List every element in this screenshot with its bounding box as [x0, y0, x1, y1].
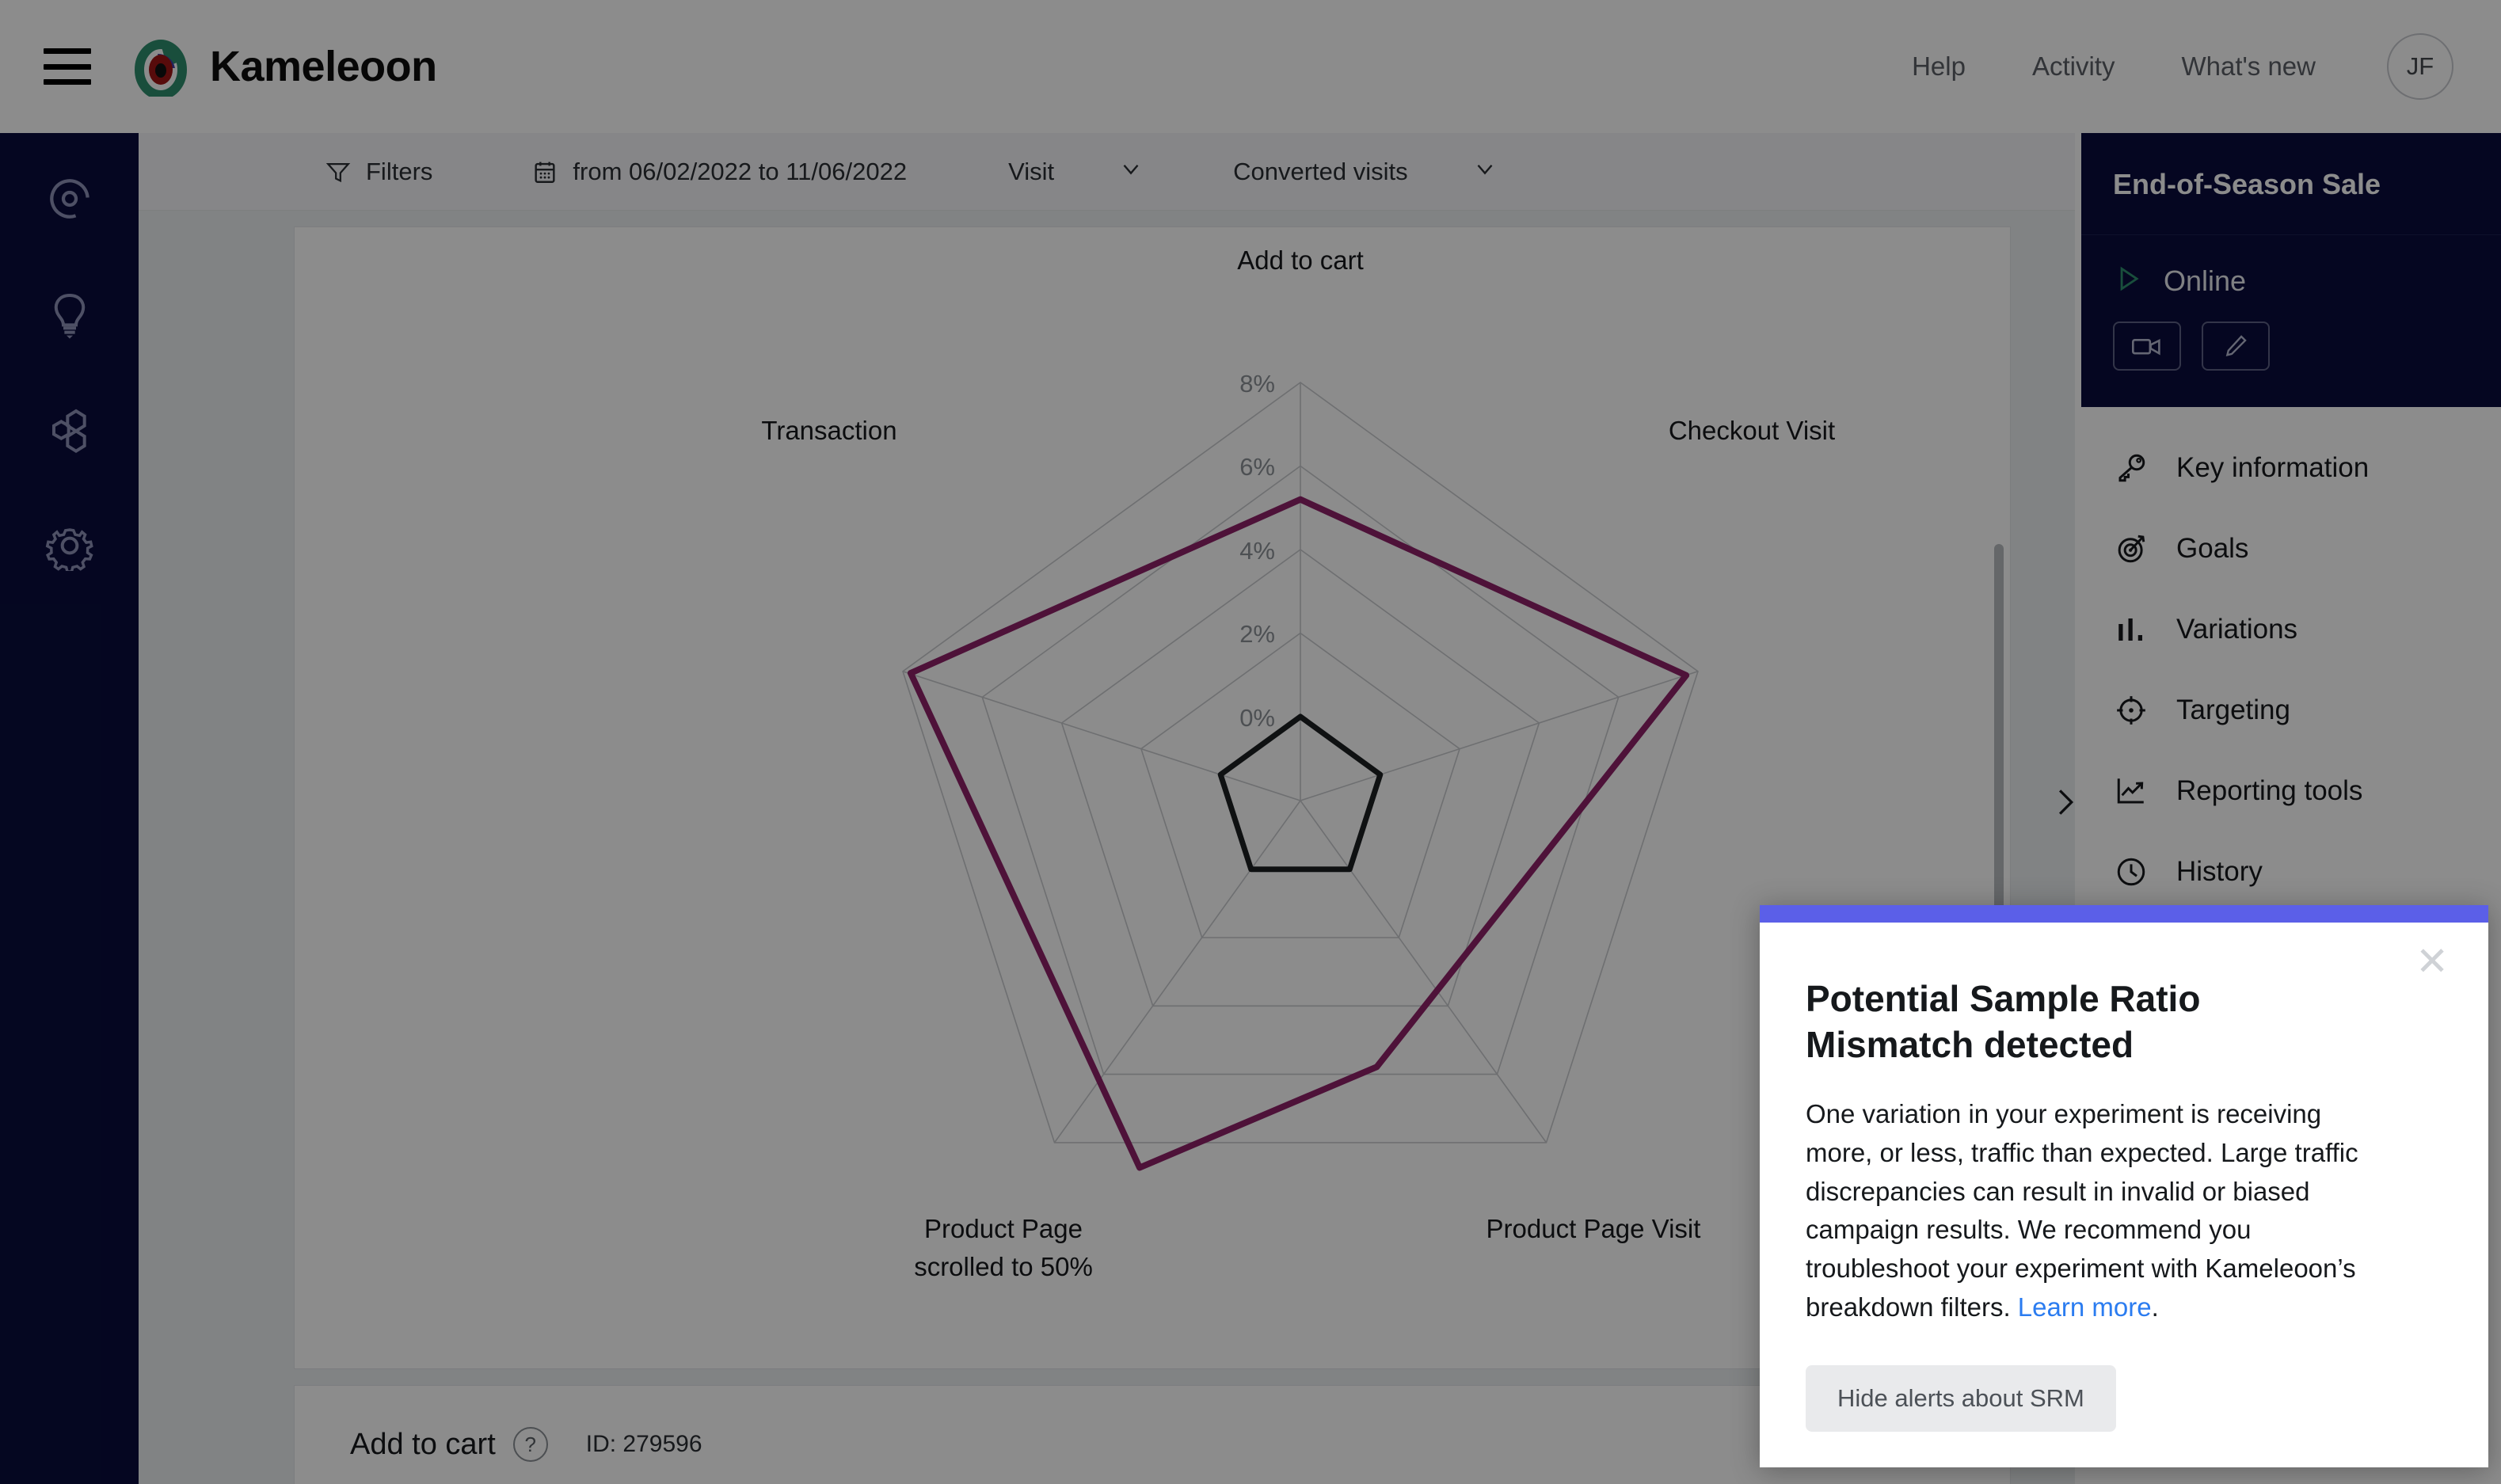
radar-chart-svg: 8% 6% 4% 2% 0% Add to cart Checkout Visi… [761, 245, 1835, 1281]
sidebar-item-label: Key information [2176, 452, 2370, 483]
sidebar-item-label: Goals [2176, 533, 2249, 564]
sidebar-item-key-information[interactable]: Key information [2081, 428, 2501, 508]
radar-axis-label-add-to-cart: Add to cart [1237, 245, 1364, 275]
learn-more-link[interactable]: Learn more [2018, 1292, 2152, 1322]
chevron-down-icon [1471, 155, 1498, 188]
radar-tick-2: 2% [1239, 620, 1275, 648]
radar-tick-4: 4% [1239, 537, 1275, 565]
brand-logo[interactable]: Kameleoon [132, 36, 437, 100]
filters-button[interactable]: Filters [325, 158, 432, 186]
filters-label: Filters [366, 157, 433, 185]
close-icon[interactable]: ✕ [2415, 942, 2449, 981]
goal-id: ID: 279596 [585, 1431, 702, 1457]
record-button[interactable] [2113, 322, 2181, 371]
pencil-icon [2225, 335, 2247, 356]
clock-history-icon [2113, 855, 2149, 888]
top-navigation: Help Activity What's new JF [1879, 33, 2501, 100]
chevron-right-icon [2058, 790, 2074, 815]
date-range-picker[interactable]: from 06/02/2022 to 11/06/2022 [531, 158, 907, 186]
scope-select[interactable]: Visit [1008, 155, 1144, 188]
sidebar-item-reporting-tools[interactable]: Reporting tools [2081, 751, 2501, 831]
hide-srm-alerts-button[interactable]: Hide alerts about SRM [1806, 1364, 2116, 1432]
radar-axis-label-product-page-scrolled-line2: scrolled to 50% [914, 1252, 1093, 1281]
metric-select-value: Converted visits [1233, 157, 1408, 185]
campaign-status-block: Online [2081, 234, 2501, 407]
campaign-action-buttons [2113, 322, 2469, 371]
play-triangle-icon [2113, 264, 2143, 298]
campaign-menu: Key information Goals Variations Targeti… [2081, 407, 2501, 912]
campaign-status: Online [2113, 264, 2469, 298]
radar-series-variation [907, 496, 1690, 1171]
sidebar-item-history[interactable]: History [2081, 831, 2501, 912]
video-camera-icon [2132, 338, 2160, 356]
rail-item-segments[interactable] [40, 401, 99, 459]
key-icon [2113, 451, 2149, 485]
edit-button[interactable] [2202, 322, 2270, 371]
rail-item-settings[interactable] [40, 516, 99, 575]
radar-chart[interactable]: 8% 6% 4% 2% 0% Add to cart Checkout Visi… [295, 227, 2012, 1370]
modal-description: One variation in your experiment is rece… [1806, 1095, 2360, 1327]
campaign-status-label: Online [2164, 264, 2247, 297]
rail-item-ideas[interactable] [40, 285, 99, 344]
radar-tick-6: 6% [1239, 453, 1275, 481]
radar-tick-8: 8% [1239, 370, 1275, 398]
metric-select[interactable]: Converted visits [1233, 155, 1498, 188]
line-chart-up-icon [2113, 774, 2149, 808]
gear-icon [45, 528, 93, 571]
topnav-item-activity[interactable]: Activity [1999, 51, 2149, 82]
sidebar-item-goals[interactable]: Goals [2081, 508, 2501, 589]
modal-description-text: One variation in your experiment is rece… [1806, 1098, 2358, 1322]
radar-axis-label-transaction: Transaction [761, 416, 896, 445]
topnav-item-whats-new[interactable]: What's new [2148, 51, 2349, 82]
panel-collapse-toggle[interactable] [2046, 780, 2082, 824]
sidebar-item-targeting[interactable]: Targeting [2081, 670, 2501, 751]
campaign-title: End-of-Season Sale [2113, 168, 2381, 200]
top-bar: Kameleoon Help Activity What's new JF [0, 0, 2501, 133]
sidebar-item-label: History [2176, 856, 2263, 887]
avatar[interactable]: JF [2387, 33, 2453, 100]
calendar-icon [531, 158, 558, 185]
left-rail [0, 133, 139, 1484]
radar-axis-label-product-page-visit: Product Page Visit [1487, 1214, 1701, 1243]
modal-title: Potential Sample Ratio Mismatch detected [1806, 978, 2201, 1065]
sidebar-item-label: Reporting tools [2176, 775, 2363, 806]
app-root: Kameleoon Help Activity What's new JF Fi… [0, 0, 2501, 1484]
funnel-icon [325, 158, 352, 185]
goal-title: Add to cart [350, 1427, 496, 1461]
bar-chart-icon [2113, 613, 2149, 646]
srm-alert-modal: ✕ Potential Sample Ratio Mismatch detect… [1760, 905, 2488, 1467]
hexagons-icon [51, 409, 86, 454]
goal-summary-row: Add to cart ? ID: 279596 [294, 1385, 2011, 1484]
filter-bar: Filters from 06/02/2022 to 11/06/2022 Vi… [139, 133, 2075, 211]
question-mark-icon[interactable]: ? [512, 1427, 548, 1462]
campaign-header: End-of-Season Sale [2081, 133, 2501, 234]
topnav-item-help[interactable]: Help [1879, 51, 1999, 82]
kameleoon-logo-icon [132, 36, 192, 100]
sidebar-item-variations[interactable]: Variations [2081, 589, 2501, 670]
modal-description-tail: . [2151, 1292, 2159, 1322]
radar-axis-label-product-page-scrolled-line1: Product Page [924, 1214, 1083, 1243]
target-goal-icon [2113, 532, 2149, 565]
target-icon [49, 179, 89, 219]
date-range-label: from 06/02/2022 to 11/06/2022 [573, 157, 908, 185]
modal-accent-bar [1760, 905, 2488, 923]
scope-select-value: Visit [1008, 157, 1055, 185]
radar-chart-card: 8% 6% 4% 2% 0% Add to cart Checkout Visi… [294, 226, 2011, 1369]
hamburger-icon[interactable] [44, 48, 91, 85]
modal-body: ✕ Potential Sample Ratio Mismatch detect… [1760, 923, 2488, 1432]
sidebar-item-label: Variations [2176, 614, 2298, 645]
radar-tick-0: 0% [1239, 704, 1275, 732]
radar-axis-label-checkout-visit: Checkout Visit [1669, 416, 1835, 445]
rail-item-experiments[interactable] [40, 169, 99, 228]
lightbulb-icon [54, 293, 85, 339]
sidebar-item-label: Targeting [2176, 694, 2290, 725]
brand-name: Kameleoon [210, 43, 437, 90]
chevron-down-icon [1117, 155, 1144, 188]
crosshair-icon [2113, 694, 2149, 727]
